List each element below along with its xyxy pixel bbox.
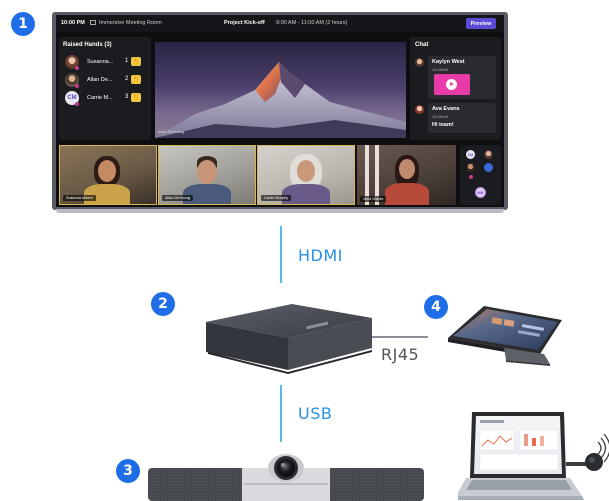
step-badge-3: 3 (116, 459, 140, 483)
hdmi-label: HDMI (298, 246, 343, 265)
raised-hand-name: Allan De... (87, 77, 113, 83)
usb-cable-line (280, 385, 282, 442)
video-tile: Allan DeYoung (158, 145, 256, 205)
chat-author: Kaylyn West (432, 59, 465, 65)
tile-caption: Jena Glante (360, 196, 387, 202)
raised-hand-icon: ✋ (131, 93, 141, 102)
presence-dot (75, 66, 79, 70)
avatar-initials: MK (475, 187, 486, 198)
video-attachment[interactable] (434, 74, 470, 95)
laptop-with-dongle (458, 412, 609, 500)
participant-roster: CM MK (460, 145, 501, 205)
meeting-title: Project Kick-off (224, 20, 265, 26)
display-base (56, 209, 504, 213)
chat-panel: Chat Kaylyn West 10:08AM Ava Evans 10:08… (410, 37, 501, 140)
display-screen: 10:00 PM Immersive Meeting Room Project … (56, 15, 504, 207)
presence-dot (75, 84, 79, 88)
chat-author: Ava Evans (432, 106, 460, 112)
avatar (484, 150, 493, 159)
raised-hands-title: Raised Hands (3) (63, 42, 112, 48)
speaker-label: Allan DeYoung (158, 129, 185, 134)
video-tile: Carrie Murphy (257, 145, 355, 205)
avatar (466, 163, 475, 172)
avatar (484, 163, 493, 172)
hdmi-cable-line (280, 226, 282, 283)
mountain-image (155, 62, 406, 138)
avatar-initials: CM (466, 150, 475, 159)
tile-caption: Susanna Alberti (63, 195, 96, 201)
meeting-top-bar: 10:00 PM Immersive Meeting Room Project … (56, 15, 504, 32)
video-tile: Susanna Alberti (59, 145, 157, 205)
preview-button[interactable]: Preview (466, 18, 496, 29)
compute-hub-device (206, 304, 372, 374)
touch-panel-device (448, 306, 562, 366)
raised-hand-name: Susanna... (87, 59, 114, 65)
presence-dot (469, 175, 473, 179)
raised-hand-icon: ✋ (131, 75, 141, 84)
video-tile: Jena Glante (357, 145, 456, 205)
rj45-label: RJ45 (381, 345, 420, 364)
hand-order: 1 (125, 58, 129, 64)
room-icon (90, 20, 96, 25)
step-badge-1: 1 (11, 12, 35, 36)
tile-caption: Allan DeYoung (162, 195, 193, 201)
presence-dot (75, 102, 79, 106)
room-name: Immersive Meeting Room (99, 20, 162, 26)
chat-message-card: Ava Evans 10:08AM Hi team! (428, 103, 496, 133)
chat-text: Hi team! (432, 122, 454, 128)
tile-caption: Carrie Murphy (261, 195, 292, 201)
chat-time: 10:08AM (432, 67, 449, 72)
hand-order: 3 (125, 94, 129, 100)
raised-hand-name: Carrie M... (87, 95, 113, 101)
hand-order: 2 (125, 76, 129, 82)
avatar (415, 105, 424, 114)
rj45-cable-line (372, 336, 428, 338)
chat-title: Chat (415, 42, 429, 48)
step-badge-2: 2 (151, 292, 175, 316)
play-icon[interactable] (446, 79, 457, 90)
meeting-time-range: 9:00 AM - 11:00 AM (2 hours) (276, 20, 348, 26)
raised-hand-icon: ✋ (131, 57, 141, 66)
chat-time: 10:08AM (432, 114, 449, 119)
clock-time: 10:00 PM (61, 20, 85, 26)
main-stage-video: Allan DeYoung (155, 42, 406, 138)
avatar (415, 58, 424, 67)
usb-label: USB (298, 404, 333, 423)
video-bar-camera (148, 454, 424, 501)
raised-hands-panel: Raised Hands (3) Susanna... 1 ✋ Allan De… (59, 37, 151, 140)
chat-message-card: Kaylyn West 10:08AM (428, 56, 496, 99)
